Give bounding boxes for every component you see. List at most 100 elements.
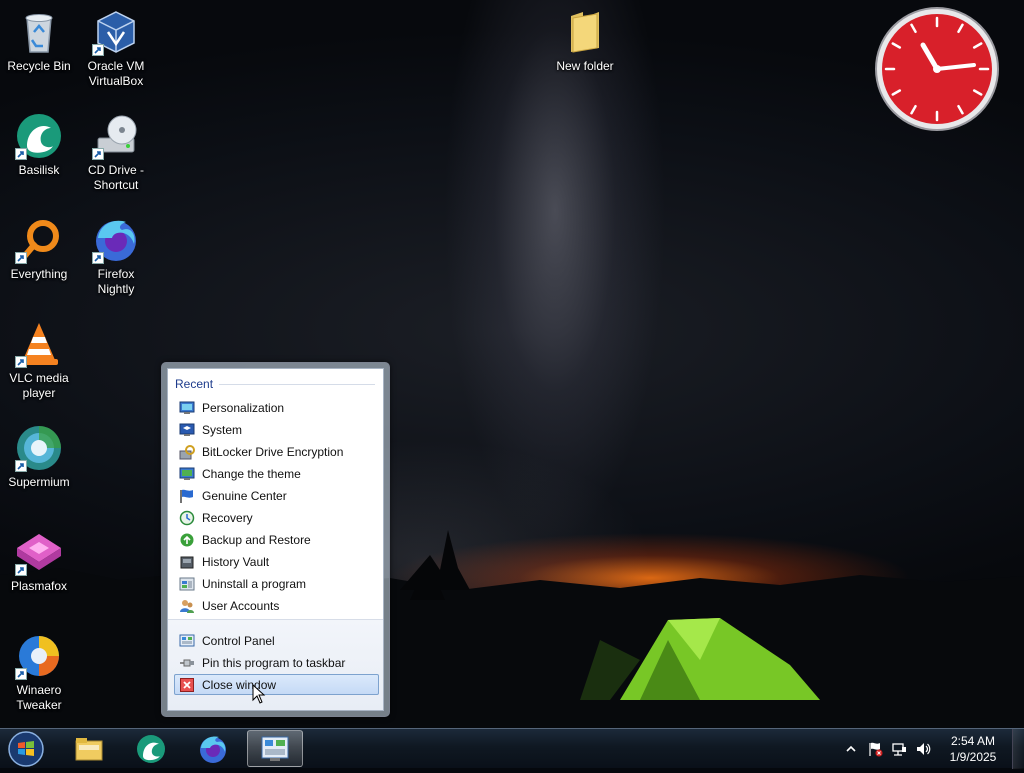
uninstall-icon	[179, 577, 195, 590]
desktop-icon-label: CD Drive -	[88, 163, 144, 177]
network-icon[interactable]	[891, 741, 907, 757]
jumplist-item-recovery[interactable]: Recovery	[174, 507, 379, 528]
shortcut-arrow-icon	[92, 252, 104, 264]
desktop-icon-label: Firefox	[97, 267, 135, 281]
taskbar-clock[interactable]: 2:54 AM 1/9/2025	[938, 733, 1008, 765]
genuine-flag-icon	[180, 489, 193, 503]
taskbar-file-explorer[interactable]	[61, 730, 117, 767]
jumplist-tasks-section: Control Panel Pin this program to taskba…	[168, 619, 383, 710]
desktop-icon-basilisk[interactable]: Basilisk	[1, 106, 77, 178]
jumplist-item-label: BitLocker Drive Encryption	[202, 444, 344, 459]
shortcut-arrow-icon	[15, 148, 27, 160]
jumplist-item-label: Uninstall a program	[202, 576, 307, 591]
desktop-icon-winaero-tweaker[interactable]: Winaero Tweaker	[1, 626, 77, 713]
jumplist-task-label: Pin this program to taskbar	[202, 655, 346, 670]
desktop-icon-label: Oracle VM	[87, 59, 145, 73]
jumplist-item-change-theme[interactable]: Change the theme	[174, 463, 379, 484]
desktop-icon-label: VLC media	[9, 371, 69, 385]
jumplist-item-label: Genuine Center	[202, 488, 287, 503]
pin-icon	[180, 659, 194, 666]
shortcut-arrow-icon	[92, 148, 104, 160]
jumplist-item-backup-restore[interactable]: Backup and Restore	[174, 529, 379, 550]
jumplist-item-genuine-center[interactable]: Genuine Center	[174, 485, 379, 506]
jumplist-task-label: Control Panel	[202, 633, 275, 648]
desktop-icon-label: New folder	[556, 59, 614, 73]
folder-icon	[571, 12, 599, 53]
desktop-icon-label-line2: VirtualBox	[88, 74, 144, 88]
shortcut-arrow-icon	[15, 668, 27, 680]
jumplist-item-label: Recovery	[202, 510, 253, 525]
close-window-icon	[180, 677, 194, 692]
mouse-cursor-icon	[252, 684, 266, 704]
history-vault-icon	[180, 556, 194, 568]
jumplist-task-control-panel[interactable]: Control Panel	[174, 630, 379, 651]
show-desktop-button[interactable]	[1012, 729, 1024, 769]
control-panel-icon	[261, 736, 289, 761]
taskbar-basilisk[interactable]	[123, 730, 179, 767]
desktop-icon-label: Supermium	[8, 475, 70, 489]
shortcut-arrow-icon	[15, 460, 27, 472]
clock-gadget[interactable]	[874, 6, 1000, 132]
jumplist-item-label: System	[202, 422, 243, 437]
clock-date: 1/9/2025	[949, 750, 997, 764]
jumplist-item-user-accounts[interactable]: User Accounts	[174, 595, 379, 616]
taskbar-firefox[interactable]	[185, 730, 241, 767]
taskbar-control-panel[interactable]	[247, 730, 303, 767]
theme-icon	[179, 467, 195, 480]
jumplist-item-label: History Vault	[202, 554, 270, 569]
jumplist-recent-header: Recent	[175, 377, 375, 391]
firefox-icon	[200, 735, 226, 763]
jumplist-item-personalization[interactable]: Personalization	[174, 397, 379, 418]
shortcut-arrow-icon	[92, 44, 104, 56]
control-panel-jumplist: Recent Personalization System BitLocker …	[161, 362, 390, 717]
shortcut-arrow-icon	[15, 356, 27, 368]
desktop-icon-everything[interactable]: Everything	[1, 210, 77, 282]
desktop-icon-label: Recycle Bin	[7, 59, 71, 73]
recent-header-label: Recent	[175, 377, 214, 391]
windows-orb-icon	[8, 731, 44, 767]
desktop-icon-recycle-bin[interactable]: Recycle Bin	[1, 2, 77, 74]
desktop-icon-plasmafox[interactable]: Plasmafox	[1, 522, 77, 594]
taskbar: 2:54 AM 1/9/2025	[0, 728, 1024, 769]
desktop-icon-new-folder[interactable]: New folder	[547, 2, 623, 74]
volume-icon[interactable]	[915, 741, 931, 757]
show-hidden-icons-chevron-icon[interactable]	[843, 741, 859, 757]
jumplist-task-pin-to-taskbar[interactable]: Pin this program to taskbar	[174, 652, 379, 673]
jumplist-panel: Recent Personalization System BitLocker …	[167, 368, 384, 711]
jumplist-item-history-vault[interactable]: History Vault	[174, 551, 379, 572]
desktop-icon-supermium[interactable]: Supermium	[1, 418, 77, 490]
jumplist-item-label: Change the theme	[202, 466, 301, 481]
jumplist-item-bitlocker[interactable]: BitLocker Drive Encryption	[174, 441, 379, 462]
desktop-icon-label-line2: player	[22, 386, 56, 400]
desktop[interactable]: Recycle Bin Oracle VM VirtualBox Basilis…	[0, 0, 1024, 728]
jumplist-item-label: Backup and Restore	[202, 532, 311, 547]
personalization-icon	[179, 401, 195, 414]
desktop-icon-label: Basilisk	[18, 163, 60, 177]
desktop-icon-label-line2: Tweaker	[16, 698, 62, 712]
desktop-icon-label-line2: Shortcut	[93, 178, 139, 192]
action-center-flag-icon[interactable]	[867, 741, 883, 757]
start-button[interactable]	[5, 730, 47, 768]
desktop-icon-vlc[interactable]: VLC media player	[1, 314, 77, 401]
system-icon	[179, 423, 195, 436]
jumplist-task-close-window[interactable]: Close window	[174, 674, 379, 695]
desktop-icon-cd-drive[interactable]: CD Drive - Shortcut	[78, 106, 154, 193]
desktop-icon-label-line2: Nightly	[97, 282, 135, 296]
clock-time: 2:54 AM	[950, 734, 996, 748]
jumplist-item-label: User Accounts	[202, 598, 280, 613]
folder-icon	[75, 737, 103, 760]
recovery-icon	[179, 510, 195, 525]
desktop-icon-label: Winaero	[16, 683, 62, 697]
shortcut-arrow-icon	[15, 252, 27, 264]
desktop-icon-firefox-nightly[interactable]: Firefox Nightly	[78, 210, 154, 297]
basilisk-icon	[137, 734, 165, 763]
desktop-icon-label: Plasmafox	[10, 579, 68, 593]
jumplist-item-system[interactable]: System	[174, 419, 379, 440]
shortcut-arrow-icon	[15, 564, 27, 576]
desktop-icon-virtualbox[interactable]: Oracle VM VirtualBox	[78, 2, 154, 89]
header-divider	[219, 383, 375, 385]
jumplist-item-label: Personalization	[202, 400, 285, 415]
jumplist-item-uninstall-program[interactable]: Uninstall a program	[174, 573, 379, 594]
bitlocker-icon	[179, 444, 195, 459]
backup-icon	[180, 533, 194, 546]
